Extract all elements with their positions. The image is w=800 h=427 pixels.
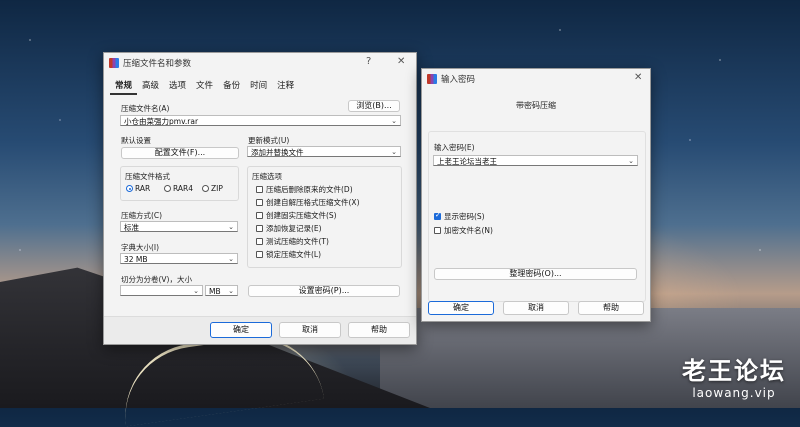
option-label: 压缩后删除原来的文件(D) xyxy=(266,185,353,194)
help-icon[interactable]: ? xyxy=(366,56,371,67)
tab-bar: 常规 高级 选项 文件 备份 时间 注释 xyxy=(110,77,299,95)
method-select[interactable]: 标准 ⌄ xyxy=(120,221,238,232)
profiles-button[interactable]: 配置文件(F)... xyxy=(121,147,239,159)
chevron-down-icon[interactable]: ⌄ xyxy=(628,156,634,165)
winrar-icon xyxy=(427,74,437,84)
encrypt-names-label: 加密文件名(N) xyxy=(444,226,493,235)
split-volume-label: 切分为分卷(V)，大小 xyxy=(121,275,192,284)
update-mode-value: 添加并替换文件 xyxy=(251,148,304,157)
dict-size-label: 字典大小(I) xyxy=(121,243,160,252)
option-delete-after[interactable]: 压缩后删除原来的文件(D) xyxy=(256,184,353,195)
password-heading: 带密码压缩 xyxy=(516,101,556,110)
checkbox-checked-icon xyxy=(434,211,441,220)
dialog-titlebar: 压缩文件名和参数 ? ✕ xyxy=(104,53,416,73)
dict-size-value: 32 MB xyxy=(124,255,148,264)
ok-button[interactable]: 确定 xyxy=(210,322,272,338)
dialog-footer: 确定 取消 帮助 xyxy=(104,316,416,344)
tab-comment[interactable]: 注释 xyxy=(272,77,299,95)
tab-general[interactable]: 常规 xyxy=(110,77,138,95)
default-settings-label: 默认设置 xyxy=(121,136,151,145)
show-password-checkbox[interactable]: 显示密码(S) xyxy=(434,211,485,222)
encrypt-names-checkbox[interactable]: 加密文件名(N) xyxy=(434,225,493,236)
option-sfx[interactable]: 创建自解压格式压缩文件(X) xyxy=(256,197,360,208)
tab-time[interactable]: 时间 xyxy=(245,77,272,95)
option-recovery[interactable]: 添加恢复记录(E) xyxy=(256,223,322,234)
password-ok-button[interactable]: 确定 xyxy=(428,301,494,315)
password-value: 上老王论坛当老王 xyxy=(437,157,497,166)
chevron-down-icon[interactable]: ⌄ xyxy=(228,286,234,295)
archive-name-value: 小仓由菜强力pmv.rar xyxy=(124,117,199,126)
watermark-url: laowang.vip xyxy=(692,386,776,400)
password-help-button[interactable]: 帮助 xyxy=(578,301,644,315)
format-radio-rar4[interactable]: RAR4 xyxy=(164,184,193,193)
close-icon[interactable]: ✕ xyxy=(397,56,405,67)
option-label: 添加恢复记录(E) xyxy=(266,224,322,233)
dict-size-select[interactable]: 32 MB ⌄ xyxy=(120,253,238,264)
options-group-label: 压缩选项 xyxy=(252,172,282,181)
method-value: 标准 xyxy=(124,223,139,232)
option-lock[interactable]: 锁定压缩文件(L) xyxy=(256,249,321,260)
password-cancel-button[interactable]: 取消 xyxy=(503,301,569,315)
checkbox-icon xyxy=(256,186,263,193)
format-zip-label: ZIP xyxy=(211,184,223,193)
format-radio-zip[interactable]: ZIP xyxy=(202,184,223,193)
format-rar4-label: RAR4 xyxy=(173,184,194,193)
winrar-icon xyxy=(109,58,119,68)
option-label: 锁定压缩文件(L) xyxy=(266,250,322,259)
close-icon[interactable]: ✕ xyxy=(634,72,642,83)
chevron-down-icon[interactable]: ⌄ xyxy=(391,116,397,125)
option-label: 创建自解压格式压缩文件(X) xyxy=(266,198,360,207)
show-password-label: 显示密码(S) xyxy=(444,212,485,221)
checkbox-icon xyxy=(434,227,441,234)
split-unit-value: MB xyxy=(209,287,221,296)
format-rar-label: RAR xyxy=(135,184,151,193)
password-dialog: 输入密码 ✕ 带密码压缩 输入密码(E) 上老王论坛当老王 ⌄ 显示密码(S) … xyxy=(421,68,651,322)
checkbox-icon xyxy=(256,225,263,232)
radio-selected-icon xyxy=(126,185,133,192)
option-label: 测试压缩的文件(T) xyxy=(266,237,329,246)
archive-name-label: 压缩文件名(A) xyxy=(121,104,170,113)
tab-files[interactable]: 文件 xyxy=(191,77,218,95)
checkbox-icon xyxy=(256,251,263,258)
set-password-button[interactable]: 设置密码(P)... xyxy=(248,285,400,297)
format-group-label: 压缩文件格式 xyxy=(125,172,170,181)
tab-backup[interactable]: 备份 xyxy=(218,77,245,95)
chevron-down-icon[interactable]: ⌄ xyxy=(193,286,199,295)
update-mode-label: 更新模式(U) xyxy=(248,136,290,145)
checkbox-icon xyxy=(256,238,263,245)
update-mode-select[interactable]: 添加并替换文件 ⌄ xyxy=(247,146,401,157)
watermark: 老王论坛 laowang.vip xyxy=(682,351,786,400)
chevron-down-icon[interactable]: ⌄ xyxy=(391,147,397,156)
password-dialog-title: 输入密码 xyxy=(441,75,476,85)
cancel-button[interactable]: 取消 xyxy=(279,322,341,338)
option-label: 创建固实压缩文件(S) xyxy=(266,211,337,220)
option-solid[interactable]: 创建固实压缩文件(S) xyxy=(256,210,337,221)
checkbox-icon xyxy=(256,199,263,206)
password-titlebar: 输入密码 ✕ xyxy=(422,69,650,89)
help-button[interactable]: 帮助 xyxy=(348,322,410,338)
chevron-down-icon[interactable]: ⌄ xyxy=(228,254,234,263)
format-radio-rar[interactable]: RAR xyxy=(126,184,150,193)
password-input[interactable]: 上老王论坛当老王 ⌄ xyxy=(433,155,638,166)
browse-button[interactable]: 浏览(B)... xyxy=(348,100,400,112)
split-size-input[interactable]: ⌄ xyxy=(120,285,203,296)
tab-advanced[interactable]: 高级 xyxy=(137,77,164,95)
method-label: 压缩方式(C) xyxy=(121,211,163,220)
chevron-down-icon[interactable]: ⌄ xyxy=(228,222,234,231)
radio-icon xyxy=(202,185,209,192)
checkbox-icon xyxy=(256,212,263,219)
organize-passwords-button[interactable]: 整理密码(O)... xyxy=(434,268,637,280)
password-label: 输入密码(E) xyxy=(434,143,475,152)
archive-settings-dialog: 压缩文件名和参数 ? ✕ 常规 高级 选项 文件 备份 时间 注释 压缩文件名(… xyxy=(103,52,417,345)
dialog-title: 压缩文件名和参数 xyxy=(123,59,192,69)
radio-icon xyxy=(164,185,171,192)
watermark-brand: 老王论坛 xyxy=(682,357,786,385)
split-unit-select[interactable]: MB ⌄ xyxy=(205,285,238,296)
tab-options[interactable]: 选项 xyxy=(164,77,191,95)
option-test[interactable]: 测试压缩的文件(T) xyxy=(256,236,329,247)
archive-name-input[interactable]: 小仓由菜强力pmv.rar ⌄ xyxy=(120,115,401,126)
